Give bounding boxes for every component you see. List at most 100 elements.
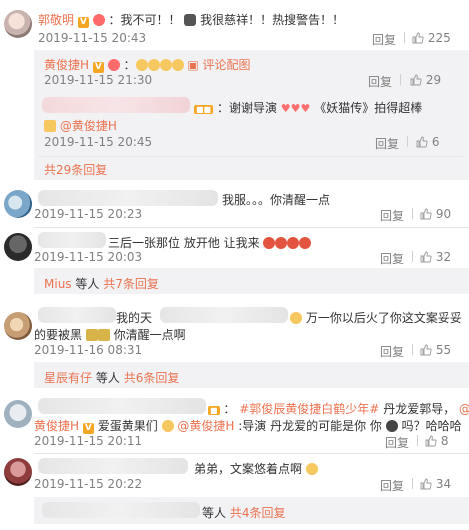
like-count: 6 bbox=[431, 135, 440, 149]
reply-button[interactable]: 回复 bbox=[380, 250, 404, 267]
comment-text: 黄俊捷H V 爱蛋黄果们 @黄俊捷H :导演 丹龙爱的可能是你 你 吗？哈哈哈 bbox=[34, 417, 462, 434]
comment-image-link[interactable]: 评论配图 bbox=[203, 58, 251, 72]
image-icon: ▣ bbox=[187, 58, 199, 72]
avatar[interactable] bbox=[4, 190, 32, 218]
emoji-icon bbox=[299, 237, 312, 249]
comment-body-d: 你清醒一点啊 bbox=[113, 328, 186, 342]
like-count: 32 bbox=[435, 250, 452, 264]
verified-icon: V bbox=[77, 17, 89, 28]
like-button[interactable]: 8 bbox=[425, 434, 448, 448]
reply-summary-text: Mius 等人 共7条回复 bbox=[44, 275, 159, 292]
like-button[interactable]: 32 bbox=[420, 250, 451, 264]
like-button[interactable]: 34 bbox=[420, 477, 451, 491]
reply-summary-text: 星辰有仔 等人 共6条回复 bbox=[44, 369, 179, 386]
vip-icon bbox=[92, 14, 105, 26]
more-replies-link[interactable]: 共29条回复 bbox=[44, 161, 107, 178]
avatar[interactable] bbox=[4, 400, 32, 428]
reply-mention: @黄俊捷H bbox=[44, 117, 117, 134]
divider bbox=[412, 344, 413, 355]
avatar[interactable] bbox=[4, 10, 32, 38]
thumbs-up-icon bbox=[420, 208, 432, 220]
emoji-icon bbox=[161, 420, 174, 432]
emoji-icon bbox=[305, 463, 318, 475]
replier-name[interactable]: Mius bbox=[44, 277, 72, 291]
divider bbox=[412, 251, 413, 262]
like-button[interactable]: 55 bbox=[420, 343, 451, 357]
reply-button[interactable]: 回复 bbox=[385, 434, 409, 451]
thumb-emoji-icon bbox=[44, 120, 56, 132]
comment-text: 的要被黑 你清醒一点啊 bbox=[34, 326, 186, 343]
like-button[interactable]: 29 bbox=[410, 73, 441, 87]
like-button[interactable]: 225 bbox=[412, 31, 451, 45]
emoji-icon bbox=[287, 237, 300, 249]
divider bbox=[412, 208, 413, 219]
mention-link-2[interactable]: @黄俊捷H bbox=[177, 419, 234, 433]
emoji-icon bbox=[147, 59, 160, 71]
divider bbox=[38, 156, 463, 157]
avatar[interactable] bbox=[4, 458, 32, 486]
comment-text: 郭敬明 V ：我不可！！ 我很慈祥！！热搜警告！！ bbox=[38, 11, 344, 28]
mention-link[interactable]: @黄俊捷H bbox=[60, 119, 117, 133]
more-replies-link[interactable]: 共4条回复 bbox=[230, 506, 286, 520]
reply-button[interactable]: 回复 bbox=[380, 207, 404, 224]
timestamp: 2019-11-15 20:11 bbox=[34, 434, 143, 448]
replier-name[interactable]: 星辰有仔 bbox=[44, 371, 92, 385]
avatar[interactable] bbox=[4, 312, 32, 340]
blurred-username bbox=[38, 190, 218, 206]
reply-button[interactable]: 回复 bbox=[380, 477, 404, 494]
like-count: 29 bbox=[425, 73, 442, 87]
timestamp: 2019-11-15 20:45 bbox=[44, 135, 153, 149]
comment-body-c: :导演 丹龙爱的可能是你 你 bbox=[238, 419, 382, 433]
reply-summary-text: 等人 共4条回复 bbox=[202, 504, 285, 521]
comment-body-d: 吗？哈哈哈 bbox=[401, 419, 462, 433]
verified-icon: V bbox=[82, 423, 94, 434]
emoji-icon bbox=[85, 329, 98, 341]
mention-at: @ bbox=[459, 402, 469, 416]
blurred-username bbox=[38, 307, 116, 323]
timestamp: 2019-11-15 20:22 bbox=[34, 477, 143, 491]
comment-body: ：我不可！！ bbox=[108, 13, 181, 27]
more-replies-link[interactable]: 共6条回复 bbox=[124, 371, 180, 385]
thumbs-up-icon bbox=[420, 478, 432, 490]
reply-button[interactable]: 回复 bbox=[380, 343, 404, 360]
reply-item: ■■ ：谢谢导演 ♥♥♥ 《妖猫传》拍得超棒 bbox=[194, 99, 422, 116]
comment-text: ■ ： #郭俊辰黄俊捷白鹤少年# 丹龙爱郭导， @ bbox=[208, 400, 469, 417]
divider bbox=[34, 453, 469, 454]
emoji-icon bbox=[275, 237, 288, 249]
comment-body-a: 丹龙爱郭导， bbox=[383, 402, 456, 416]
comment-body-b: 万一你以后火了你这文案妥妥 bbox=[305, 311, 462, 325]
like-button[interactable]: 6 bbox=[416, 135, 439, 149]
comment-text: 万一你以后火了你这文案妥妥 bbox=[290, 309, 462, 326]
timestamp: 2019-11-15 20:23 bbox=[34, 207, 143, 221]
reply-body-2: 《妖猫传》拍得超棒 bbox=[314, 101, 423, 115]
emoji-icon bbox=[135, 59, 148, 71]
mention-link[interactable]: 黄俊捷H bbox=[34, 419, 79, 433]
blurred-mention bbox=[160, 307, 288, 323]
reply-button[interactable]: 回复 bbox=[372, 31, 396, 48]
blurred-username bbox=[38, 458, 188, 474]
separator: ： bbox=[223, 402, 236, 416]
emoji-icon bbox=[159, 59, 172, 71]
reply-body: ：谢谢导演 bbox=[216, 101, 277, 115]
like-count: 34 bbox=[435, 477, 452, 491]
reply-button[interactable]: 回复 bbox=[368, 73, 392, 90]
commenter-name[interactable]: 郭敬明 bbox=[38, 13, 74, 27]
reply-summary-label: 等人 bbox=[95, 371, 120, 385]
blurred-username bbox=[42, 502, 200, 518]
comment-text: 弟弟，文案悠着点啊 bbox=[194, 460, 318, 477]
comment-body-c: 的要被黑 bbox=[34, 328, 83, 342]
emoji-icon bbox=[97, 329, 110, 341]
divider bbox=[417, 435, 418, 446]
hashtag-link[interactable]: #郭俊辰黄俊捷白鹤少年# bbox=[239, 402, 379, 416]
reply-button[interactable]: 回复 bbox=[375, 135, 399, 152]
like-count: 55 bbox=[435, 343, 452, 357]
timestamp: 2019-11-16 08:31 bbox=[34, 343, 143, 357]
emoji-icon bbox=[385, 420, 398, 432]
timestamp: 2019-11-15 20:03 bbox=[34, 250, 143, 264]
badge-icon: ■ bbox=[208, 406, 220, 415]
more-replies-link[interactable]: 共7条回复 bbox=[103, 277, 159, 291]
replier-name[interactable]: 黄俊捷H bbox=[44, 58, 89, 72]
like-count: 8 bbox=[440, 434, 449, 448]
avatar[interactable] bbox=[4, 233, 32, 261]
like-button[interactable]: 90 bbox=[420, 207, 451, 221]
